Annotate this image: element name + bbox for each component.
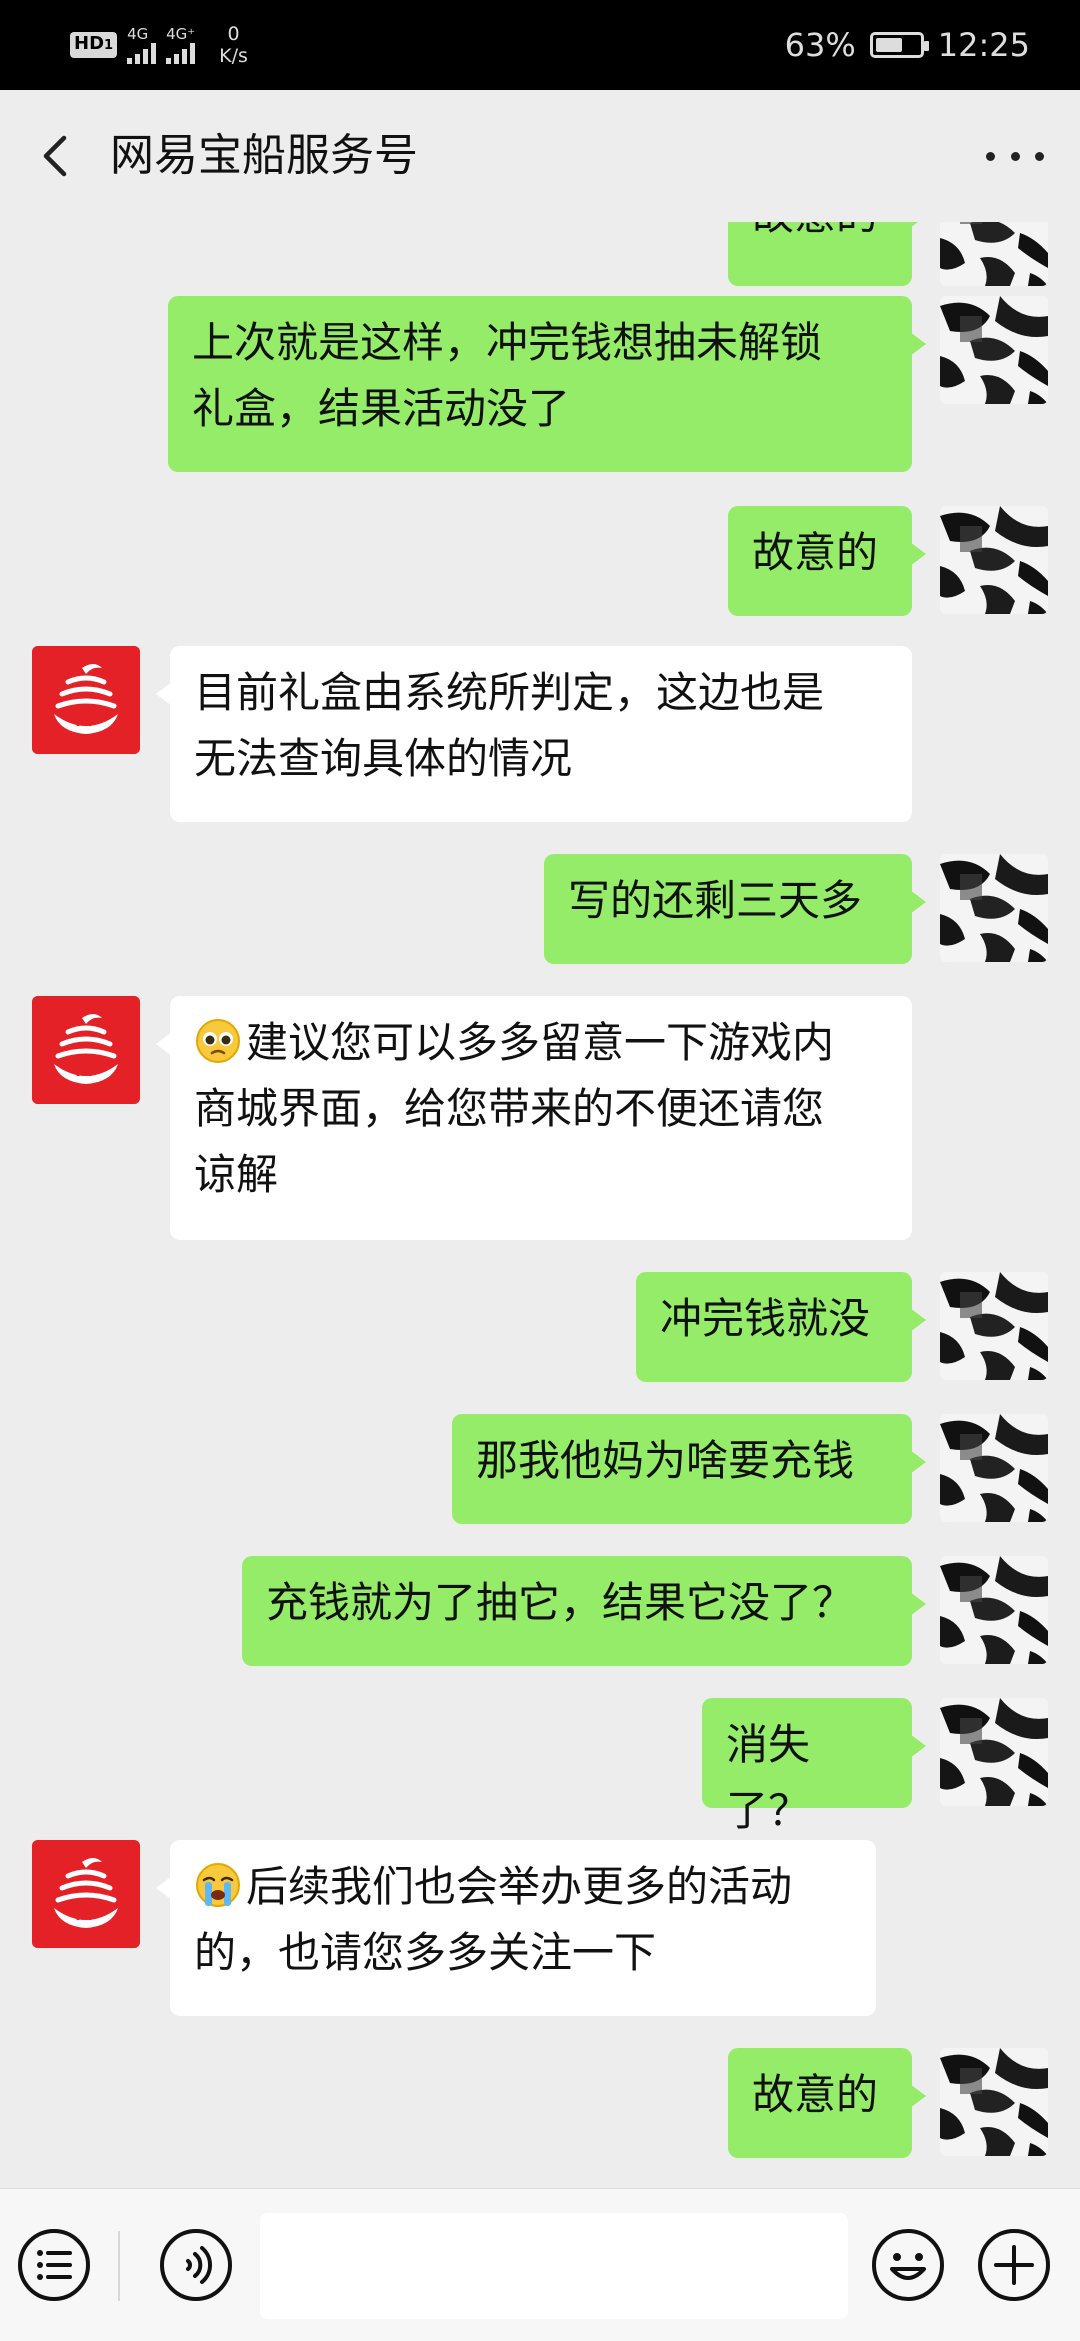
- hd-label: HD: [74, 33, 105, 54]
- divider: [118, 2231, 120, 2301]
- emoji-button[interactable]: [870, 2227, 946, 2303]
- message-bubble[interactable]: 目前礼盒由系统所判定，这边也是 无法查询具体的情况: [156, 646, 912, 822]
- signal-bars-icon: [127, 42, 157, 64]
- user-avatar[interactable]: [940, 1272, 1048, 1380]
- speed-unit: K/s: [219, 45, 248, 67]
- menu-button[interactable]: [16, 2227, 92, 2303]
- dot-icon: [1035, 151, 1044, 161]
- netease-ship-logo-avatar[interactable]: [32, 996, 140, 1104]
- user-avatar[interactable]: [940, 2048, 1048, 2156]
- message-line: 故意的: [752, 528, 879, 577]
- message-line: 无法查询具体的情况: [194, 734, 573, 783]
- message-bubble[interactable]: 后续我们也会举办更多的活动 的，也请您多多关注一下: [156, 1840, 876, 2016]
- message-text: 建议您可以多多留意一下游戏内: [246, 1018, 835, 1067]
- status-bar: HD1 4G 4G⁺ 0 K/s 63% 12:25: [0, 0, 1080, 90]
- voice-button[interactable]: [158, 2227, 234, 2303]
- signal-bars-icon: [166, 42, 196, 64]
- battery-percent: 63%: [784, 26, 856, 64]
- ship-logo-icon: [32, 1840, 140, 1948]
- message-line: 充钱就为了抽它，结果它没了？: [266, 1578, 855, 1627]
- message-bubble[interactable]: 那我他妈为啥要充钱: [452, 1414, 926, 1524]
- message-line: 建议您可以多多留意一下游戏内: [194, 1010, 888, 1076]
- message-bubble[interactable]: 故意的: [728, 222, 926, 286]
- input-bar: [0, 2188, 1080, 2341]
- user-avatar[interactable]: [940, 296, 1048, 404]
- message-bubble[interactable]: 消失了？: [702, 1698, 926, 1835]
- message-bubble[interactable]: 冲完钱就没: [636, 1272, 926, 1382]
- message-bubble[interactable]: 故意的: [728, 2048, 926, 2158]
- network-type-1: 4G: [127, 24, 149, 43]
- emoji-icon: [872, 2229, 944, 2301]
- message-bubble[interactable]: 写的还剩三天多: [544, 854, 926, 964]
- crying-face-emoji: [194, 1861, 242, 1909]
- user-avatar[interactable]: [940, 1698, 1048, 1806]
- message-line: 那我他妈为啥要充钱: [476, 1436, 855, 1485]
- message-input[interactable]: [260, 2213, 848, 2319]
- message-bubble[interactable]: 建议您可以多多留意一下游戏内 商城界面，给您带来的不便还请您 谅解: [156, 996, 912, 1240]
- message-line: 冲完钱就没: [660, 1294, 871, 1343]
- chat-area[interactable]: 故意的 上次就是这样，冲完钱想抽未解锁 礼盒，结果活动没了 故意的 目前礼盒由系…: [0, 222, 1080, 2188]
- clock: 12:25: [937, 26, 1030, 64]
- ship-logo-icon: [32, 646, 140, 754]
- netease-ship-logo-avatar[interactable]: [32, 646, 140, 754]
- netease-ship-logo-avatar[interactable]: [32, 1840, 140, 1948]
- message-bubble[interactable]: 故意的: [728, 506, 926, 616]
- plus-button[interactable]: [976, 2227, 1052, 2303]
- chat-title: 网易宝船服务号: [110, 130, 418, 181]
- message-line: 目前礼盒由系统所判定，这边也是: [194, 668, 825, 717]
- more-options-button[interactable]: [980, 130, 1050, 182]
- message-line: 写的还剩三天多: [568, 876, 863, 925]
- message-bubble[interactable]: 上次就是这样，冲完钱想抽未解锁 礼盒，结果活动没了: [168, 296, 926, 472]
- battery-icon: [869, 32, 929, 58]
- user-avatar[interactable]: [940, 854, 1048, 962]
- chat-header: 网易宝船服务号: [0, 90, 1080, 222]
- dot-icon: [986, 151, 995, 161]
- signal-1: 4G: [127, 24, 157, 64]
- speed-value: 0: [227, 23, 240, 45]
- plus-icon: [978, 2229, 1050, 2301]
- message-bubble[interactable]: 充钱就为了抽它，结果它没了？: [242, 1556, 926, 1666]
- back-button[interactable]: [28, 126, 88, 186]
- back-arrow-icon: [43, 135, 67, 177]
- user-avatar[interactable]: [940, 1414, 1048, 1522]
- message-line: 礼盒，结果活动没了: [192, 384, 571, 433]
- menu-list-icon: [18, 2229, 90, 2301]
- message-line: 上次就是这样，冲完钱想抽未解锁: [192, 318, 823, 367]
- user-avatar[interactable]: [940, 506, 1048, 614]
- message-line: 的，也请您多多关注一下: [194, 1928, 657, 1977]
- status-left: HD1 4G 4G⁺ 0 K/s: [70, 22, 248, 68]
- message-line: 后续我们也会举办更多的活动: [194, 1854, 852, 1920]
- network-speed: 0 K/s: [219, 23, 248, 67]
- message-line: 谅解: [194, 1150, 279, 1199]
- pleading-face-emoji: [194, 1017, 242, 1065]
- hd-badge: HD1: [70, 32, 118, 58]
- message-line: 商城界面，给您带来的不便还请您: [194, 1084, 825, 1133]
- hd-sub: 1: [104, 38, 114, 53]
- network-type-2: 4G⁺: [166, 24, 196, 43]
- message-line: 故意的: [752, 2070, 879, 2119]
- user-avatar[interactable]: [940, 1556, 1048, 1664]
- user-avatar[interactable]: [940, 222, 1048, 286]
- message-line: 消失了？: [726, 1720, 811, 1835]
- message-line: 故意的: [752, 222, 888, 248]
- status-right: 63% 12:25: [785, 22, 1030, 68]
- dot-icon: [1010, 151, 1020, 161]
- ship-logo-icon: [32, 996, 140, 1104]
- voice-icon: [160, 2229, 232, 2301]
- battery-fill: [875, 38, 903, 52]
- signal-2: 4G⁺: [166, 24, 196, 64]
- message-text: 后续我们也会举办更多的活动: [246, 1862, 793, 1911]
